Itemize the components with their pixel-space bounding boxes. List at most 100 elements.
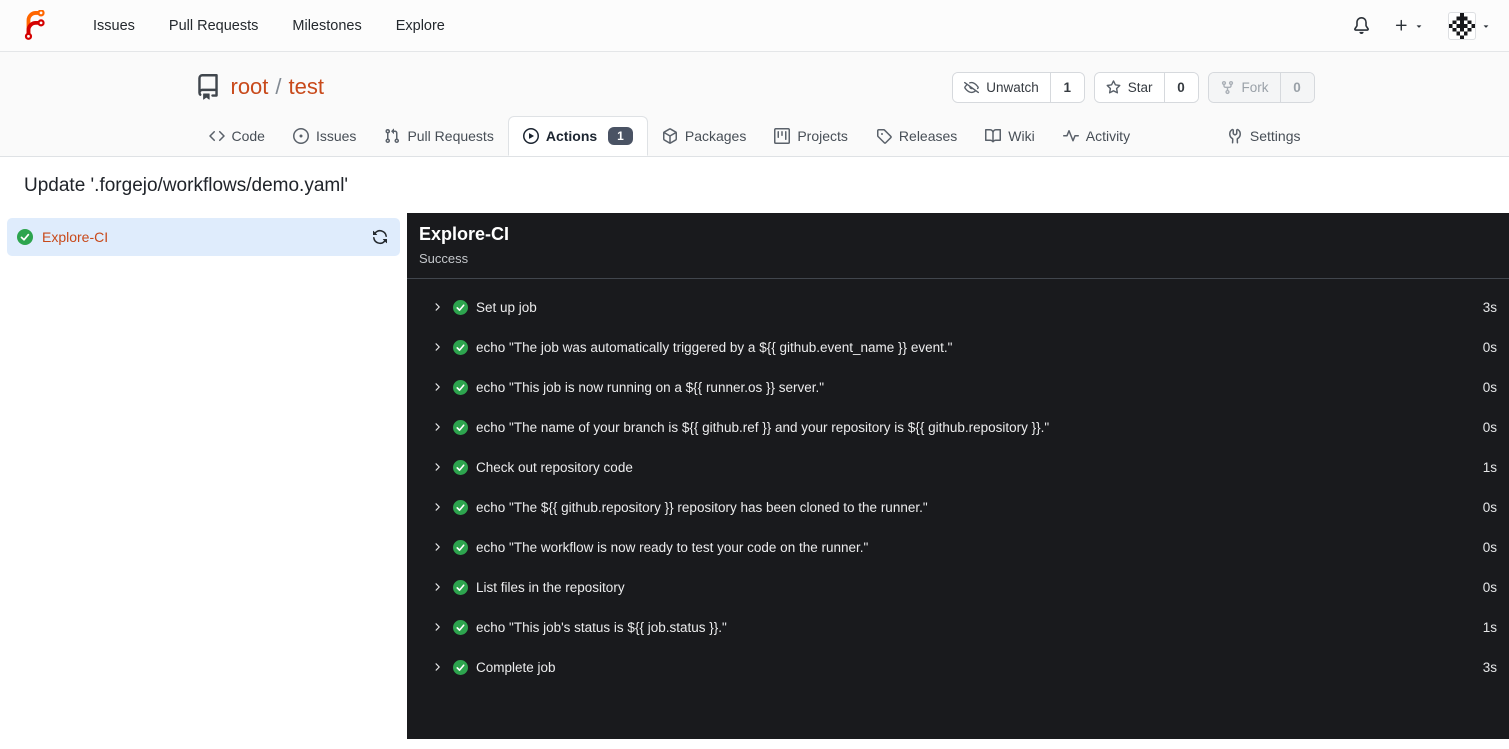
success-check-icon — [453, 499, 468, 515]
nav-milestones[interactable]: Milestones — [292, 18, 361, 34]
tab-label: Projects — [797, 128, 848, 144]
tab-label: Pull Requests — [407, 128, 494, 144]
chevron-right-icon — [431, 501, 443, 513]
caret-down-icon — [1481, 21, 1491, 31]
tab-label: Issues — [315, 128, 357, 144]
step-name: echo "This job's status is ${{ job.statu… — [476, 619, 727, 635]
tools-icon — [1227, 128, 1243, 144]
tag-icon — [876, 128, 892, 144]
repo-name-link[interactable]: test — [289, 74, 324, 100]
watchers-count[interactable]: 1 — [1049, 72, 1084, 102]
create-new-button[interactable] — [1394, 18, 1424, 33]
forks-count[interactable]: 0 — [1279, 72, 1314, 102]
step-name: echo "The name of your branch is ${{ git… — [476, 419, 1050, 435]
step-name: List files in the repository — [476, 579, 625, 595]
chevron-right-icon — [431, 381, 443, 393]
tab-label: Releases — [898, 128, 958, 144]
chevron-right-icon — [431, 461, 443, 473]
tab-wiki[interactable]: Wiki — [971, 116, 1048, 156]
success-check-icon — [453, 419, 468, 435]
jobs-sidebar: Explore-CI — [0, 213, 407, 256]
success-check-icon — [453, 579, 468, 595]
tab-code[interactable]: Code — [195, 116, 279, 156]
step-name: Check out repository code — [476, 459, 633, 475]
tab-settings[interactable]: Settings — [1213, 116, 1315, 156]
tab-actions[interactable]: Actions 1 — [507, 116, 648, 156]
plus-icon — [1394, 18, 1409, 33]
user-menu[interactable] — [1448, 11, 1491, 40]
nav-pull-requests[interactable]: Pull Requests — [169, 18, 258, 34]
step-row[interactable]: List files in the repository 0s — [407, 567, 1509, 607]
success-check-icon — [453, 459, 468, 475]
top-navbar: Issues Pull Requests Milestones Explore — [0, 0, 1509, 52]
rerun-job-button[interactable] — [372, 229, 388, 245]
nav-explore[interactable]: Explore — [396, 18, 445, 34]
stars-count[interactable]: 0 — [1163, 72, 1198, 102]
step-row[interactable]: echo "This job is now running on a ${{ r… — [407, 367, 1509, 407]
tab-pull-requests[interactable]: Pull Requests — [370, 116, 507, 156]
forgejo-logo[interactable] — [20, 10, 51, 41]
job-name: Explore-CI — [42, 229, 109, 245]
bell-icon — [1353, 17, 1370, 34]
book-icon — [985, 128, 1002, 144]
watch-button-group: Unwatch 1 — [952, 71, 1085, 103]
package-icon — [662, 128, 678, 144]
tab-releases[interactable]: Releases — [862, 116, 971, 156]
step-duration: 3s — [1482, 299, 1497, 315]
step-row[interactable]: echo "The name of your branch is ${{ git… — [407, 407, 1509, 447]
unwatch-button[interactable]: Unwatch — [953, 72, 1050, 102]
step-row[interactable]: echo "The ${{ github.repository }} repos… — [407, 487, 1509, 527]
star-button[interactable]: Star — [1094, 72, 1164, 102]
tab-projects[interactable]: Projects — [760, 116, 862, 156]
app-root: Issues Pull Requests Milestones Explore — [0, 0, 1509, 739]
job-item-explore-ci[interactable]: Explore-CI — [7, 218, 400, 256]
repo-icon — [195, 74, 221, 100]
pull-request-icon — [384, 128, 400, 144]
step-row[interactable]: Complete job 3s — [407, 647, 1509, 687]
step-duration: 0s — [1482, 579, 1497, 595]
step-name: Set up job — [476, 299, 537, 315]
nav-issues[interactable]: Issues — [93, 18, 135, 34]
actions-count-badge: 1 — [608, 127, 633, 145]
tab-issues[interactable]: Issues — [279, 116, 370, 156]
tab-label: Code — [231, 128, 265, 144]
tab-activity[interactable]: Activity — [1049, 116, 1144, 156]
repo-header: root / test Unwatch 1 Star 0 Fork 0 Code… — [0, 52, 1509, 157]
step-name: echo "This job is now running on a ${{ r… — [476, 379, 825, 395]
step-name: echo "The workflow is now ready to test … — [476, 539, 869, 555]
tab-packages[interactable]: Packages — [648, 116, 760, 156]
caret-down-icon — [1414, 21, 1424, 31]
fork-button[interactable]: Fork — [1208, 72, 1280, 102]
success-check-icon — [453, 659, 468, 675]
fork-label: Fork — [1241, 79, 1269, 95]
notifications-button[interactable] — [1353, 17, 1370, 34]
issue-icon — [292, 128, 309, 144]
chevron-right-icon — [431, 661, 443, 673]
step-row[interactable]: Check out repository code 1s — [407, 447, 1509, 487]
step-row[interactable]: echo "The job was automatically triggere… — [407, 327, 1509, 367]
step-duration: 1s — [1482, 459, 1497, 475]
repo-action-buttons: Unwatch 1 Star 0 Fork 0 — [952, 71, 1315, 103]
step-row[interactable]: echo "The workflow is now ready to test … — [407, 527, 1509, 567]
job-success-check-icon — [17, 229, 33, 245]
tab-label: Wiki — [1008, 128, 1035, 144]
step-row[interactable]: echo "This job's status is ${{ job.statu… — [407, 607, 1509, 647]
repo-owner-link[interactable]: root — [231, 74, 269, 100]
chevron-right-icon — [431, 581, 443, 593]
success-check-icon — [453, 539, 468, 555]
chevron-right-icon — [431, 621, 443, 633]
fork-button-group: Fork 0 — [1207, 71, 1315, 103]
job-log-header: Explore-CI Success — [407, 213, 1509, 279]
tab-label: Activity — [1085, 128, 1131, 144]
step-duration: 0s — [1482, 539, 1497, 555]
code-icon — [208, 128, 225, 144]
repo-path-separator: / — [275, 74, 282, 99]
step-row[interactable]: Set up job 3s — [407, 287, 1509, 327]
step-name: echo "The ${{ github.repository }} repos… — [476, 499, 928, 515]
star-icon — [1106, 79, 1121, 95]
step-duration: 0s — [1482, 499, 1497, 515]
step-name: Complete job — [476, 659, 556, 675]
chevron-right-icon — [431, 341, 443, 353]
step-duration: 0s — [1482, 379, 1497, 395]
steps-list: Set up job 3s echo "The job was automati… — [407, 279, 1509, 687]
